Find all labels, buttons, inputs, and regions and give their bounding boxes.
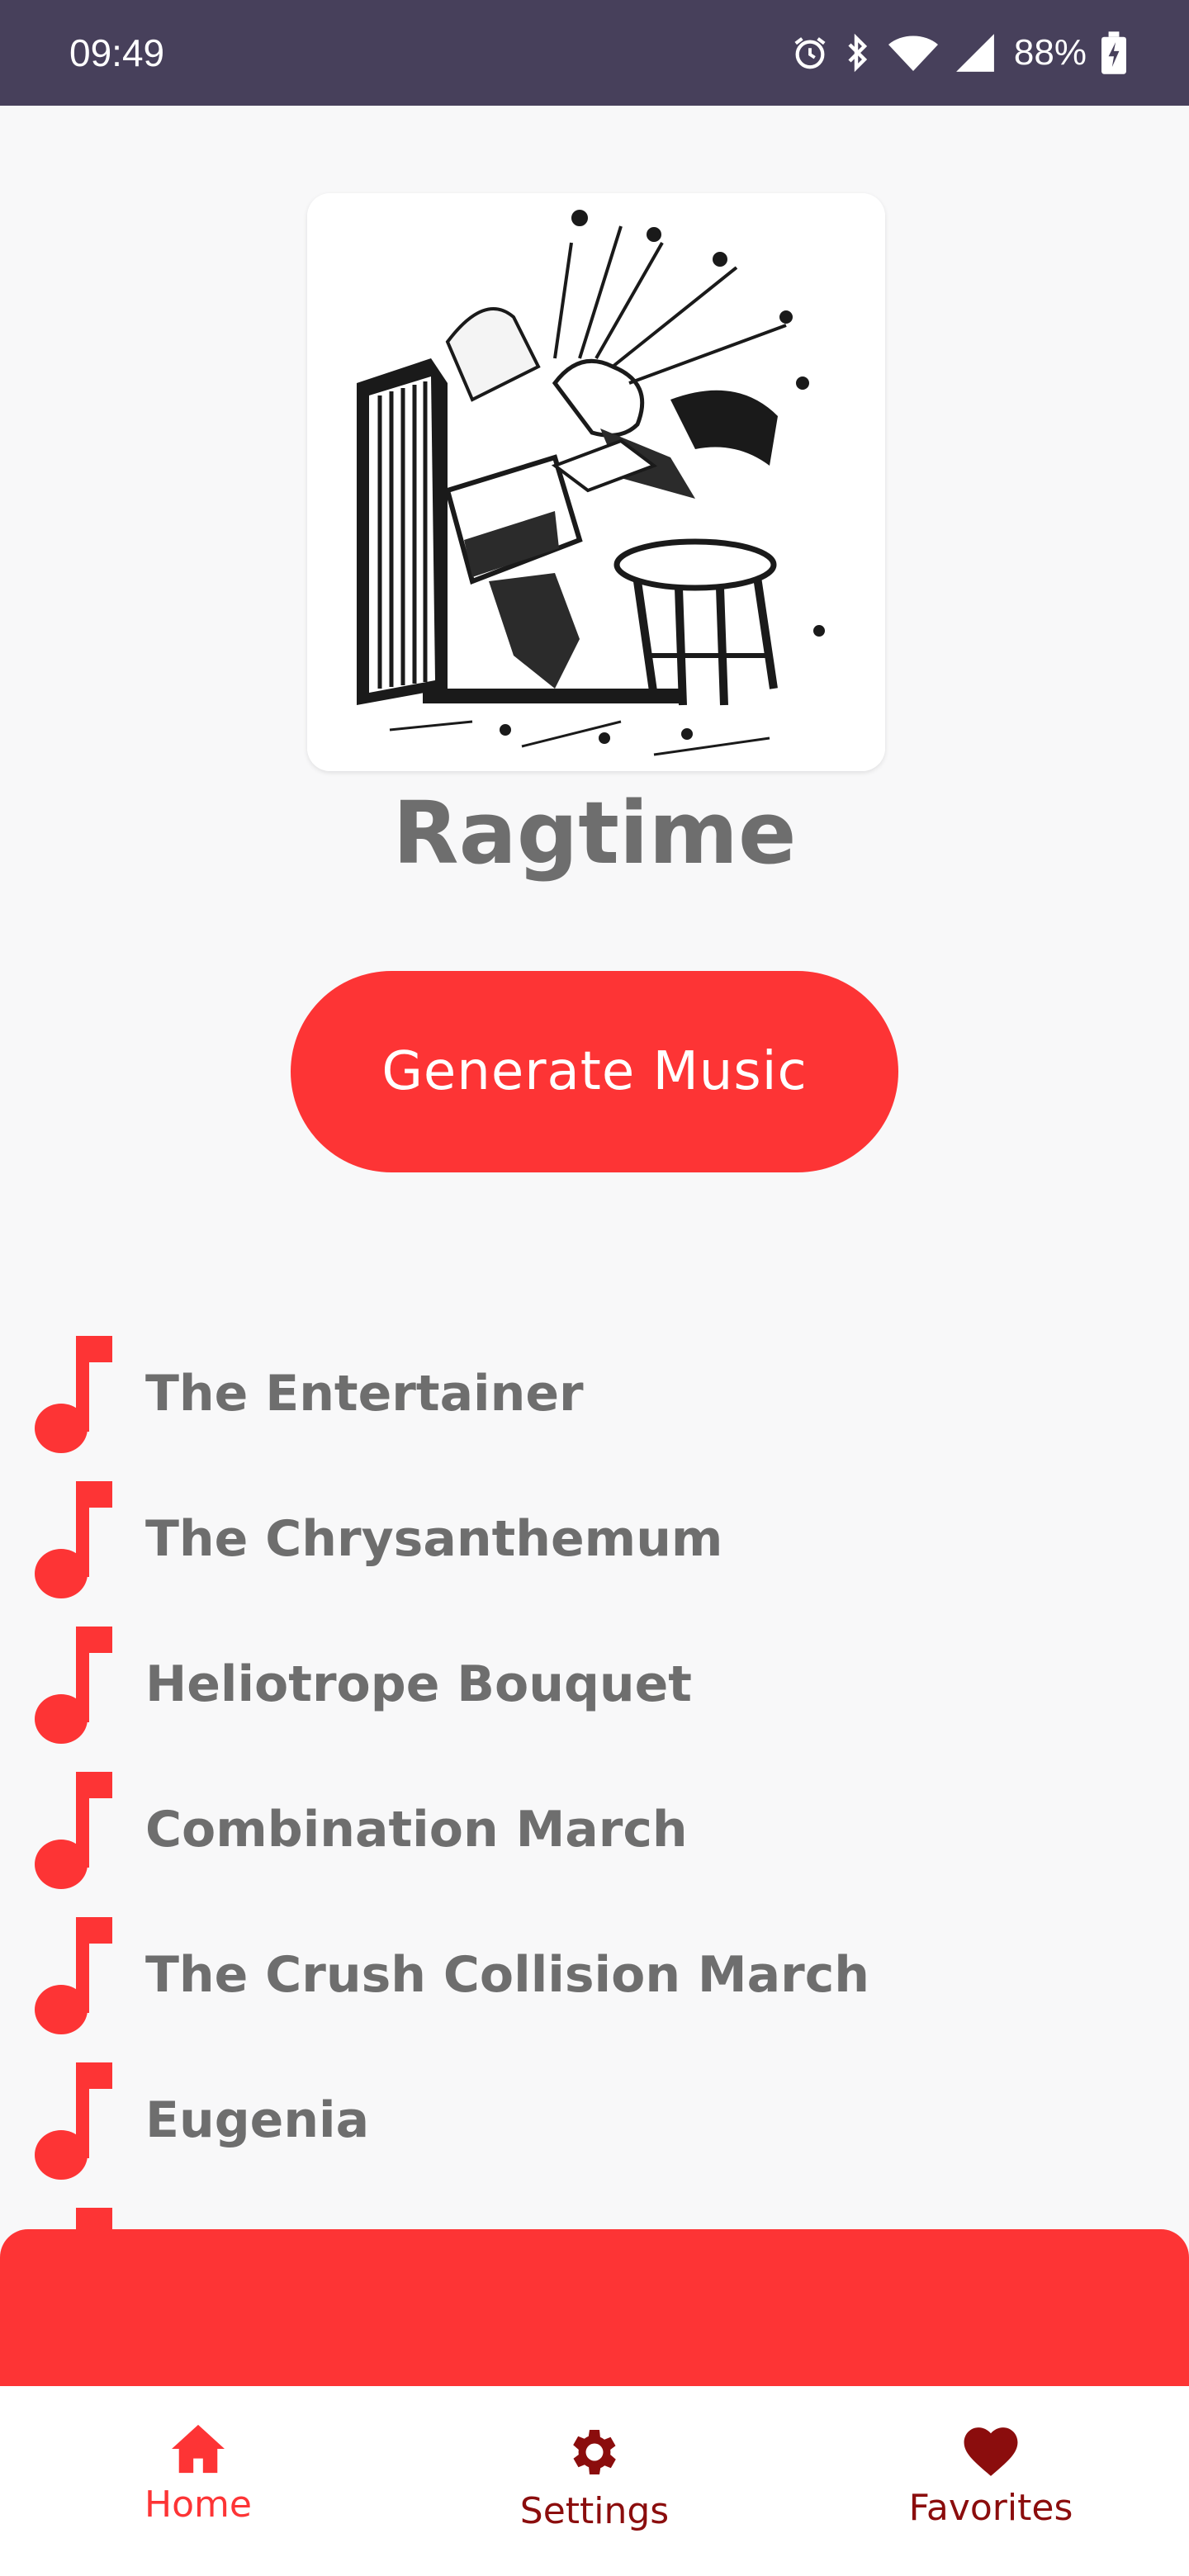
gear-icon: [573, 2430, 616, 2474]
nav-favorites[interactable]: Favorites: [867, 2386, 1115, 2576]
nav-settings[interactable]: Settings: [471, 2386, 718, 2576]
status-bar: 09:49 88%: [0, 0, 1189, 106]
heart-icon: [964, 2427, 1018, 2476]
song-title: Combination March: [145, 1801, 688, 1859]
genre-title: Ragtime: [392, 783, 797, 883]
list-item[interactable]: The Entertainer: [0, 1321, 1189, 1466]
music-note-icon: [35, 1917, 112, 2034]
music-note-icon: [76, 2208, 112, 2229]
music-note-icon: [35, 1772, 112, 1889]
signal-icon: [955, 32, 996, 73]
list-item[interactable]: Heliotrope Bouquet: [0, 1612, 1189, 1757]
home-icon: [172, 2424, 225, 2474]
wifi-icon: [887, 32, 940, 73]
list-item[interactable]: The Chrysanthemum: [0, 1466, 1189, 1612]
nav-favorites-label: Favorites: [908, 2487, 1073, 2529]
bluetooth-icon: [844, 33, 872, 73]
song-list[interactable]: The Entertainer The Chrysanthemum Heliot…: [0, 1321, 1189, 2229]
nav-home-label: Home: [144, 2484, 252, 2526]
album-art: [307, 193, 885, 771]
nav-home[interactable]: Home: [74, 2386, 322, 2576]
music-note-icon: [35, 2062, 112, 2180]
list-item[interactable]: The Crush Collision March: [0, 1902, 1189, 2048]
alarm-icon: [791, 34, 829, 72]
list-item[interactable]: Combination March: [0, 1757, 1189, 1902]
generate-music-button[interactable]: Generate Music: [291, 971, 898, 1172]
song-title: The Chrysanthemum: [145, 1510, 723, 1568]
music-note-icon: [35, 1627, 112, 1744]
music-note-icon: [35, 1336, 112, 1453]
list-item[interactable]: Eugenia: [0, 2048, 1189, 2193]
list-item[interactable]: [0, 2193, 1189, 2229]
battery-charging-icon: [1101, 31, 1126, 74]
status-time: 09:49: [69, 31, 165, 74]
player-panel[interactable]: [0, 2229, 1189, 2386]
song-title: The Crush Collision March: [145, 1946, 870, 2004]
battery-percent: 88%: [1013, 32, 1087, 73]
song-title: The Entertainer: [145, 1365, 584, 1423]
bottom-nav: Home Settings Favorites: [0, 2386, 1189, 2576]
ragtime-piano-illustration: [307, 193, 885, 771]
music-note-icon: [35, 1481, 112, 1598]
status-icons: 88%: [791, 26, 1126, 79]
song-title: Eugenia: [145, 2091, 370, 2149]
song-title: Heliotrope Bouquet: [145, 1655, 692, 1713]
nav-settings-label: Settings: [519, 2490, 670, 2532]
